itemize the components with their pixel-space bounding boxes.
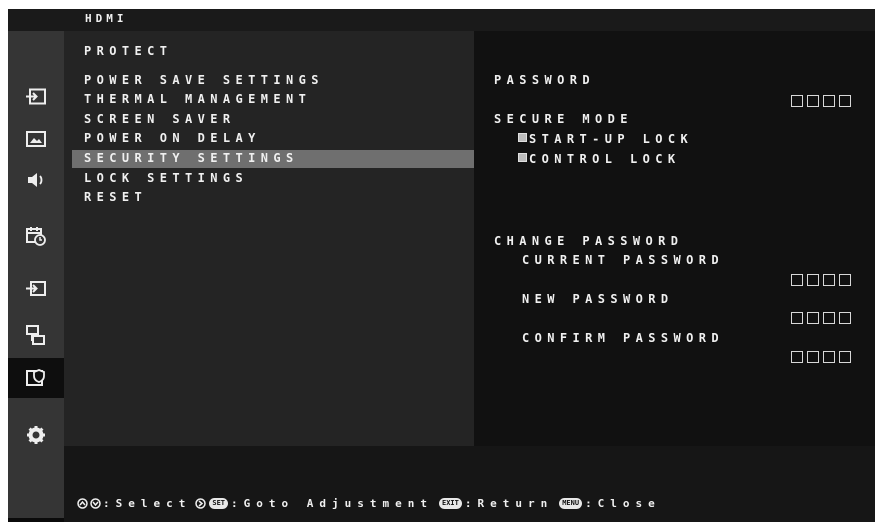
network-icon <box>26 325 45 345</box>
menu-item-screen-saver[interactable]: SCREEN SAVER <box>84 112 236 126</box>
current-password-field[interactable] <box>791 274 851 286</box>
exit-key-badge: EXIT <box>438 498 462 509</box>
sidebar-item-multi-input[interactable] <box>8 269 64 309</box>
password-field[interactable] <box>791 95 851 107</box>
sidebar-item-audio[interactable] <box>8 160 64 200</box>
top-bar: HDMI <box>8 9 875 31</box>
multi-input-icon <box>26 281 46 296</box>
set-key-badge: SET <box>209 498 229 509</box>
menu-item-lock-settings[interactable]: LOCK SETTINGS <box>84 171 248 185</box>
osd-screen: HDMI PROTECT POWER SAVE SETTINGS THERMAL… <box>8 9 875 522</box>
input-source-label: HDMI <box>85 12 128 25</box>
audio-icon <box>28 173 43 187</box>
sidebar-item-settings[interactable] <box>8 415 64 455</box>
left-menu-panel: PROTECT POWER SAVE SETTINGS THERMAL MANA… <box>64 31 474 446</box>
sidebar <box>8 31 64 518</box>
menu-item-reset[interactable]: RESET <box>84 190 147 204</box>
footer-help-bar: :Select SET :Goto Adjustment EXIT :Retur… <box>77 497 661 510</box>
picture-icon <box>26 131 46 147</box>
footer-goto-text: :Goto Adjustment <box>231 497 433 510</box>
password-digit-box <box>839 274 851 286</box>
start-up-lock-label: START-UP LOCK <box>529 132 694 146</box>
start-up-lock-option[interactable]: START-UP LOCK <box>518 132 693 146</box>
sidebar-item-schedule[interactable] <box>8 216 64 256</box>
secure-mode-label: SECURE MODE <box>494 112 633 126</box>
password-digit-box <box>791 95 803 107</box>
menu-item-security-settings[interactable]: SECURITY SETTINGS <box>72 150 474 168</box>
password-digit-box <box>791 274 803 286</box>
sidebar-item-network[interactable] <box>8 315 64 355</box>
password-digit-box <box>823 312 835 324</box>
protect-icon <box>26 369 45 386</box>
new-password-field[interactable] <box>791 312 851 324</box>
footer-close-text: :Close <box>585 497 661 510</box>
new-password-label: NEW PASSWORD <box>522 292 674 306</box>
menu-key-badge: MENU <box>559 498 583 509</box>
password-digit-box <box>839 312 851 324</box>
password-digit-box <box>807 274 819 286</box>
up-down-arrows-icon <box>77 498 101 509</box>
sidebar-item-input[interactable] <box>8 77 64 117</box>
footer-select-text: :Select <box>103 497 192 510</box>
sidebar-item-picture[interactable] <box>8 119 64 159</box>
schedule-icon <box>26 227 46 246</box>
password-digit-box <box>791 351 803 363</box>
control-lock-option[interactable]: CONTROL LOCK <box>518 152 681 166</box>
password-digit-box <box>823 351 835 363</box>
password-digit-box <box>839 95 851 107</box>
password-digit-box <box>807 95 819 107</box>
bottom-area <box>64 446 875 522</box>
password-digit-box <box>791 312 803 324</box>
current-password-label: CURRENT PASSWORD <box>522 253 724 267</box>
right-settings-panel: PASSWORD SECURE MODE START-UP LOCK CONTR… <box>474 31 875 446</box>
password-digit-box <box>823 95 835 107</box>
start-up-lock-checkbox[interactable] <box>518 133 527 142</box>
change-password-label: CHANGE PASSWORD <box>494 234 684 248</box>
gear-icon <box>27 426 45 444</box>
sidebar-item-protect[interactable] <box>8 358 64 398</box>
menu-item-security-settings-label: SECURITY SETTINGS <box>84 151 299 165</box>
password-digit-box <box>839 351 851 363</box>
password-label: PASSWORD <box>494 73 595 87</box>
confirm-password-field[interactable] <box>791 351 851 363</box>
password-digit-box <box>807 312 819 324</box>
control-lock-checkbox[interactable] <box>518 153 527 162</box>
confirm-password-label: CONFIRM PASSWORD <box>522 331 724 345</box>
menu-item-power-save-settings[interactable]: POWER SAVE SETTINGS <box>84 73 324 87</box>
control-lock-label: CONTROL LOCK <box>529 152 681 166</box>
right-arrow-icon <box>195 498 207 509</box>
password-digit-box <box>823 274 835 286</box>
password-digit-box <box>807 351 819 363</box>
menu-title: PROTECT <box>84 44 173 58</box>
footer-return-text: :Return <box>464 497 554 510</box>
menu-item-thermal-management[interactable]: THERMAL MANAGEMENT <box>84 92 311 106</box>
menu-item-power-on-delay[interactable]: POWER ON DELAY <box>84 131 261 145</box>
input-icon <box>26 88 46 105</box>
